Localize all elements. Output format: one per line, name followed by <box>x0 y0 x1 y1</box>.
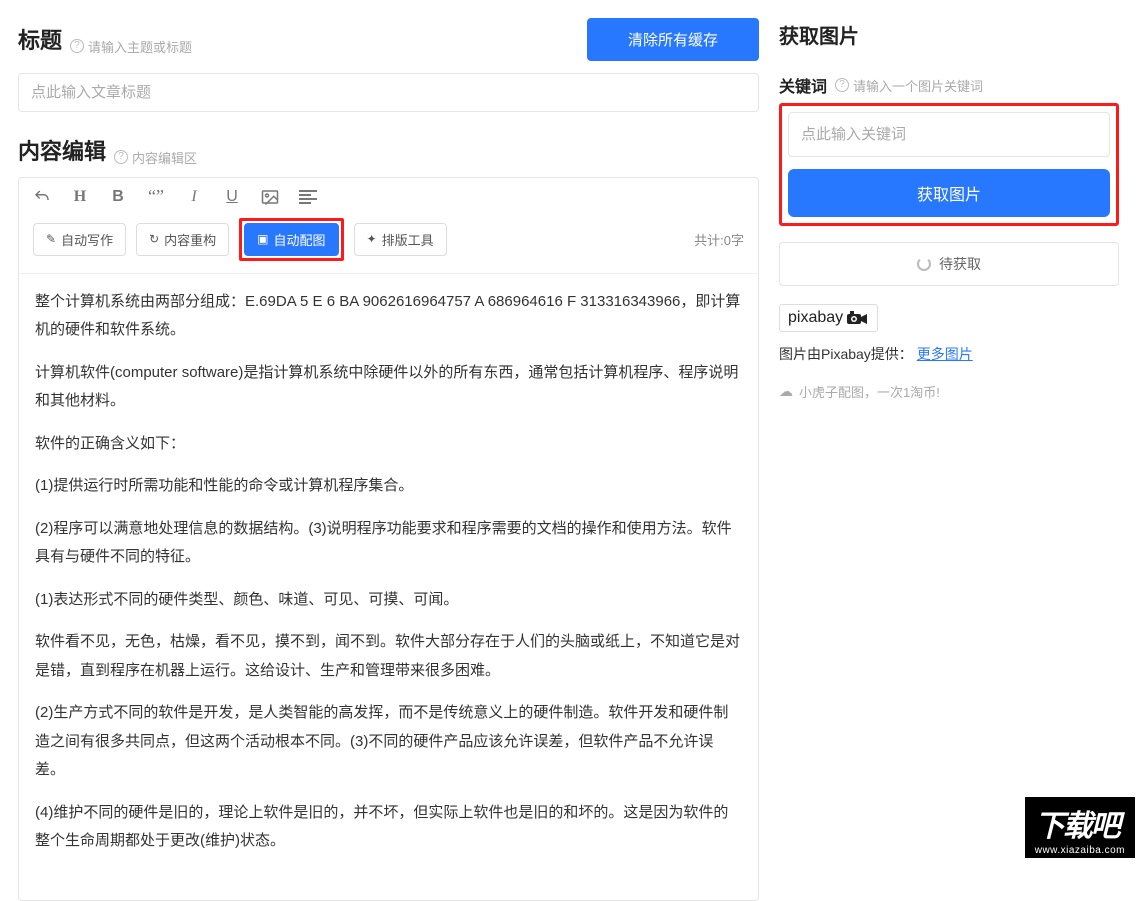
title-label: 标题 <box>18 23 62 55</box>
paragraph: 软件的正确含义如下： <box>35 430 742 459</box>
tip-row: ☁ 小虎子配图，一次1淘币! <box>779 382 1119 401</box>
more-images-link[interactable]: 更多图片 <box>917 346 973 362</box>
italic-icon[interactable]: I <box>185 188 203 206</box>
format-toolbar: H B “” I U <box>19 178 758 212</box>
content-edit-hint: ? 内容编辑区 <box>114 148 197 167</box>
pixabay-credit: 图片由Pixabay提供： 更多图片 <box>779 344 1119 364</box>
undo-icon[interactable] <box>33 188 51 206</box>
info-icon: ? <box>70 39 84 53</box>
auto-image-button[interactable]: ▣ 自动配图 <box>244 223 338 256</box>
restructure-button[interactable]: ↻ 内容重构 <box>136 223 229 256</box>
paragraph: (4)维护不同的硬件是旧的，理论上软件是旧的，并不坏，但实际上软件也是旧的和坏的… <box>35 799 742 856</box>
wand-icon: ✦ <box>367 232 377 246</box>
refresh-icon: ↻ <box>149 232 159 246</box>
char-count: 共计:0字 <box>694 230 744 249</box>
pending-status: 待获取 <box>779 242 1119 286</box>
title-hint: ? 请输入主题或标题 <box>70 37 192 56</box>
image-icon[interactable] <box>261 188 279 206</box>
paragraph: 软件看不见，无色，枯燥，看不见，摸不到，闻不到。软件大部分存在于人们的头脑或纸上… <box>35 628 742 685</box>
bold-icon[interactable]: B <box>109 188 127 206</box>
layout-tool-button[interactable]: ✦ 排版工具 <box>354 223 447 256</box>
camera-icon <box>847 311 869 325</box>
paragraph: (2)程序可以满意地处理信息的数据结构。(3)说明程序功能要求和程序需要的文档的… <box>35 515 742 572</box>
get-image-title: 获取图片 <box>779 20 1119 49</box>
info-icon: ? <box>835 78 849 92</box>
paragraph: (1)提供运行时所需功能和性能的命令或计算机程序集合。 <box>35 472 742 501</box>
action-toolbar: ✎ 自动写作 ↻ 内容重构 ▣ 自动配图 ✦ 排版工具 <box>19 212 758 274</box>
paragraph: (2)生产方式不同的软件是开发，是人类智能的高发挥，而不是传统意义上的硬件制造。… <box>35 699 742 785</box>
quote-icon[interactable]: “” <box>147 188 165 206</box>
watermark: 下载吧 www.xiazaiba.com <box>1025 797 1135 858</box>
clear-cache-button[interactable]: 清除所有缓存 <box>587 18 759 61</box>
picture-icon: ▣ <box>257 232 268 246</box>
cloud-icon: ☁ <box>779 383 793 400</box>
keyword-highlight-box: 获取图片 <box>779 103 1119 226</box>
paragraph: 整个计算机系统由两部分组成：E.69DA 5 E 6 BA 9062616964… <box>35 288 742 345</box>
editor-body[interactable]: 整个计算机系统由两部分组成：E.69DA 5 E 6 BA 9062616964… <box>19 274 758 900</box>
auto-write-button[interactable]: ✎ 自动写作 <box>33 223 126 256</box>
paragraph: (1)表达形式不同的硬件类型、颜色、味道、可见、可摸、可闻。 <box>35 586 742 615</box>
get-image-button[interactable]: 获取图片 <box>788 169 1110 217</box>
article-title-input[interactable] <box>18 73 759 112</box>
content-edit-label: 内容编辑 <box>18 134 106 166</box>
keyword-input[interactable] <box>788 112 1110 157</box>
align-icon[interactable] <box>299 188 317 206</box>
pixabay-badge: pixabay <box>779 304 878 332</box>
auto-image-highlight: ▣ 自动配图 <box>239 218 343 261</box>
editor-panel: H B “” I U ✎ 自动写作 ↻ 内容重构 <box>18 177 759 901</box>
title-section-header: 标题 ? 请输入主题或标题 清除所有缓存 <box>18 18 759 61</box>
heading-icon[interactable]: H <box>71 188 89 206</box>
pencil-icon: ✎ <box>46 232 56 246</box>
keyword-label: 关键词 <box>779 73 827 97</box>
underline-icon[interactable]: U <box>223 188 241 206</box>
keyword-hint: ? 请输入一个图片关键词 <box>835 76 983 95</box>
paragraph: 计算机软件(computer software)是指计算机系统中除硬件以外的所有… <box>35 359 742 416</box>
spinner-icon <box>917 257 931 271</box>
info-icon: ? <box>114 150 128 164</box>
